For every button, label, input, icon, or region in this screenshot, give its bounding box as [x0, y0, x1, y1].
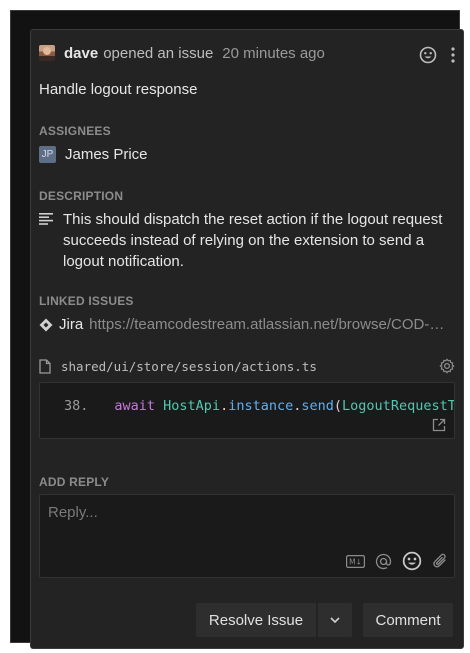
code-method: send: [301, 398, 334, 414]
description: This should dispatch the reset action if…: [39, 209, 458, 272]
attachment-icon[interactable]: [432, 552, 448, 570]
reply-toolbar: M↓: [346, 551, 448, 571]
reply-input[interactable]: Reply... M↓: [39, 494, 455, 578]
header-actions: [419, 46, 455, 64]
code-block[interactable]: 38. await HostApi.instance.send(LogoutReq…: [39, 382, 455, 439]
chevron-down-icon: [330, 617, 340, 623]
emoji-icon[interactable]: [419, 46, 437, 64]
resolve-issue-button[interactable]: Resolve Issue: [196, 603, 316, 637]
code-class: HostApi: [163, 398, 221, 414]
open-external-icon[interactable]: [432, 418, 446, 432]
gear-icon[interactable]: [439, 358, 455, 374]
reply-placeholder: Reply...: [48, 504, 98, 521]
issue-title: Handle logout response: [39, 81, 198, 98]
linked-provider: Jira: [59, 316, 84, 333]
code-paren: (: [333, 398, 343, 414]
timestamp: 20 minutes ago: [222, 44, 325, 62]
code-line: 38. await HostApi.instance.send(LogoutReq…: [64, 398, 455, 414]
resolve-button-group: Resolve Issue: [196, 603, 352, 637]
mention-icon[interactable]: [375, 553, 392, 570]
issue-header: dave opened an issue 20 minutes ago: [39, 44, 325, 62]
linked-issue-url[interactable]: https://teamcodestream.atlassian.net/bro…: [89, 316, 444, 333]
author-name[interactable]: dave: [64, 45, 98, 62]
code-file-header: shared/ui/store/session/actions.ts: [39, 358, 455, 374]
code-member: instance: [228, 398, 294, 414]
description-text: This should dispatch the reset action if…: [63, 211, 443, 270]
code-dot: .: [220, 398, 229, 414]
file-icon: [39, 358, 51, 374]
issue-action: opened an issue: [103, 44, 214, 62]
linked-issues-label: LINKED ISSUES: [39, 294, 134, 308]
jira-icon: [39, 318, 53, 332]
add-reply-label: ADD REPLY: [39, 475, 110, 489]
issue-card: dave opened an issue 20 minutes ago Hand…: [30, 29, 464, 649]
emoji-icon[interactable]: [402, 551, 422, 571]
markdown-icon[interactable]: M↓: [346, 554, 365, 568]
assignees-label: ASSIGNEES: [39, 124, 111, 138]
code-argument: LogoutRequestType: [342, 398, 455, 414]
code-keyword: await: [114, 398, 156, 414]
resolve-dropdown-button[interactable]: [318, 603, 352, 637]
comment-button[interactable]: Comment: [363, 603, 453, 637]
avatar: [39, 45, 55, 61]
action-buttons: Resolve Issue Comment: [196, 603, 453, 637]
line-number: 38.: [64, 398, 89, 414]
app-frame: dave opened an issue 20 minutes ago Hand…: [10, 10, 464, 649]
assignee-avatar: JP: [39, 146, 56, 163]
assignee-name: James Price: [65, 146, 148, 163]
description-label: DESCRIPTION: [39, 189, 124, 203]
text-lines-icon: [39, 212, 53, 272]
linked-issue[interactable]: Jira https://teamcodestream.atlassian.ne…: [39, 316, 449, 333]
assignee[interactable]: JP James Price: [39, 146, 148, 163]
more-vertical-icon[interactable]: [451, 47, 455, 63]
markdown-badge: M↓: [349, 557, 362, 566]
file-path[interactable]: shared/ui/store/session/actions.ts: [61, 359, 317, 374]
